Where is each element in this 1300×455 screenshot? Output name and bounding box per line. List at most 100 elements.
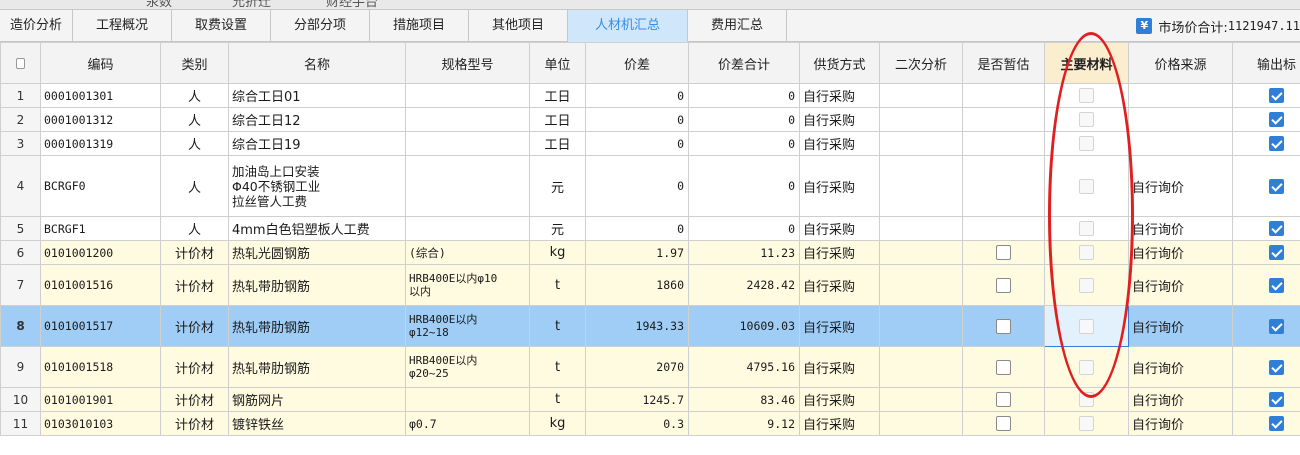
main-material-checkbox[interactable]: [1079, 416, 1094, 431]
cell-main-material[interactable]: [1044, 83, 1129, 108]
output-flag-checkbox[interactable]: [1269, 416, 1284, 431]
cell-price-source[interactable]: 自行询价: [1128, 264, 1233, 306]
col-header-provisional[interactable]: 是否暂估: [962, 42, 1045, 84]
output-flag-checkbox[interactable]: [1269, 112, 1284, 127]
cell-price-diff-total[interactable]: 83.46: [688, 387, 800, 412]
tab-labor-material-summary[interactable]: 人材机汇总: [568, 10, 688, 42]
cell-spec[interactable]: HRB400E以内 φ20~25: [405, 346, 530, 388]
cell-output-flag[interactable]: [1232, 131, 1300, 156]
cell-main-material[interactable]: [1044, 107, 1129, 132]
tab-sub-items[interactable]: 分部分项: [271, 10, 370, 42]
cell-main-material[interactable]: [1044, 216, 1129, 241]
cell-secondary-analysis[interactable]: [879, 411, 963, 436]
output-flag-checkbox[interactable]: [1269, 392, 1284, 407]
table-row[interactable]: 10 0101001901 计价材 钢筋网片 t 1245.7 83.46 自行采购 自行询价: [0, 387, 1300, 412]
cell-spec[interactable]: [405, 216, 530, 241]
cell-output-flag[interactable]: [1232, 411, 1300, 436]
cell-provisional[interactable]: [962, 346, 1045, 388]
cell-output-flag[interactable]: [1232, 83, 1300, 108]
table-row[interactable]: 2 0001001312 人综合工日12 工日 0 0 自行采购: [0, 107, 1300, 132]
row-number[interactable]: 9: [0, 346, 41, 388]
cell-secondary-analysis[interactable]: [879, 305, 963, 347]
main-material-checkbox[interactable]: [1079, 178, 1094, 194]
cell-price-source[interactable]: 自行询价: [1128, 387, 1233, 412]
cell-secondary-analysis[interactable]: [879, 346, 963, 388]
cell-provisional[interactable]: [962, 264, 1045, 306]
tab-cost-analysis[interactable]: 造价分析: [0, 10, 73, 42]
row-number[interactable]: 8: [0, 305, 41, 347]
cell-main-material[interactable]: [1044, 264, 1129, 306]
cell-price-source[interactable]: 自行询价: [1128, 411, 1233, 436]
cell-supply-method[interactable]: 自行采购: [799, 387, 880, 412]
main-material-checkbox[interactable]: [1079, 359, 1094, 375]
cell-name[interactable]: 综合工日19: [228, 131, 406, 156]
cell-provisional[interactable]: [962, 155, 1045, 217]
cell-main-material[interactable]: [1044, 305, 1129, 347]
cell-secondary-analysis[interactable]: [879, 107, 963, 132]
col-header-supply-method[interactable]: 供货方式: [799, 42, 880, 84]
col-header-spec[interactable]: 规格型号: [405, 42, 530, 84]
col-header-output-flag[interactable]: 输出标: [1232, 42, 1300, 84]
cell-price-diff-total[interactable]: 2428.42: [688, 264, 800, 306]
cell-provisional[interactable]: [962, 411, 1045, 436]
cell-code[interactable]: 0001001319: [40, 131, 161, 156]
cell-price-diff-total[interactable]: 0: [688, 216, 800, 241]
provisional-checkbox[interactable]: [996, 277, 1011, 293]
cell-price-source[interactable]: [1128, 131, 1233, 156]
cell-price-diff-total[interactable]: 0: [688, 83, 800, 108]
cell-unit[interactable]: t: [529, 387, 586, 412]
cell-price-source[interactable]: 自行询价: [1128, 305, 1233, 347]
output-flag-checkbox[interactable]: [1269, 178, 1284, 194]
cell-secondary-analysis[interactable]: [879, 155, 963, 217]
provisional-checkbox[interactable]: [996, 359, 1011, 375]
cell-supply-method[interactable]: 自行采购: [799, 131, 880, 156]
cell-spec[interactable]: [405, 155, 530, 217]
main-material-checkbox[interactable]: [1079, 88, 1094, 103]
corner-header[interactable]: [0, 42, 41, 84]
tab-measures[interactable]: 措施项目: [370, 10, 469, 42]
cell-category[interactable]: 计价材: [160, 387, 229, 412]
col-header-price-diff-total[interactable]: 价差合计: [688, 42, 800, 84]
cell-price-source[interactable]: [1128, 83, 1233, 108]
cell-category[interactable]: 计价材: [160, 264, 229, 306]
cell-main-material[interactable]: [1044, 387, 1129, 412]
cell-output-flag[interactable]: [1232, 264, 1300, 306]
cell-output-flag[interactable]: [1232, 155, 1300, 217]
table-row[interactable]: 1 0001001301 人综合工日01 工日 0 0 自行采购: [0, 83, 1300, 108]
cell-provisional[interactable]: [962, 216, 1045, 241]
cell-code[interactable]: BCRGF1: [40, 216, 161, 241]
cell-output-flag[interactable]: [1232, 240, 1300, 265]
tab-other-items[interactable]: 其他项目: [469, 10, 568, 42]
cell-category[interactable]: 计价材: [160, 346, 229, 388]
output-flag-checkbox[interactable]: [1269, 318, 1284, 334]
tab-cost-summary[interactable]: 费用汇总: [688, 10, 787, 42]
provisional-checkbox[interactable]: [996, 416, 1011, 431]
cell-provisional[interactable]: [962, 387, 1045, 412]
cell-output-flag[interactable]: [1232, 305, 1300, 347]
cell-main-material[interactable]: [1044, 240, 1129, 265]
cell-price-diff[interactable]: 0: [585, 83, 689, 108]
cell-unit[interactable]: kg: [529, 240, 586, 265]
cell-code[interactable]: 0103010103: [40, 411, 161, 436]
cell-secondary-analysis[interactable]: [879, 83, 963, 108]
cell-supply-method[interactable]: 自行采购: [799, 155, 880, 217]
cell-supply-method[interactable]: 自行采购: [799, 346, 880, 388]
col-header-main-material[interactable]: 主要材料: [1044, 42, 1129, 84]
col-header-code[interactable]: 编码: [40, 42, 161, 84]
output-flag-checkbox[interactable]: [1269, 88, 1284, 103]
main-material-checkbox[interactable]: [1079, 277, 1094, 293]
cell-supply-method[interactable]: 自行采购: [799, 216, 880, 241]
cell-price-source[interactable]: 自行询价: [1128, 155, 1233, 217]
table-row[interactable]: 5 BCRGF1 人 4mm白色铝塑板人工费元 0 0 自行采购 自行询价: [0, 216, 1300, 241]
cell-code[interactable]: 0001001312: [40, 107, 161, 132]
cell-category[interactable]: 人: [160, 216, 229, 241]
cell-price-diff[interactable]: 0: [585, 155, 689, 217]
cell-price-diff-total[interactable]: 11.23: [688, 240, 800, 265]
cell-unit[interactable]: t: [529, 305, 586, 347]
tab-fee-settings[interactable]: 取费设置: [172, 10, 271, 42]
cell-main-material[interactable]: [1044, 131, 1129, 156]
main-material-checkbox[interactable]: [1079, 245, 1094, 260]
cell-output-flag[interactable]: [1232, 346, 1300, 388]
cell-price-diff[interactable]: 0: [585, 216, 689, 241]
cell-provisional[interactable]: [962, 240, 1045, 265]
